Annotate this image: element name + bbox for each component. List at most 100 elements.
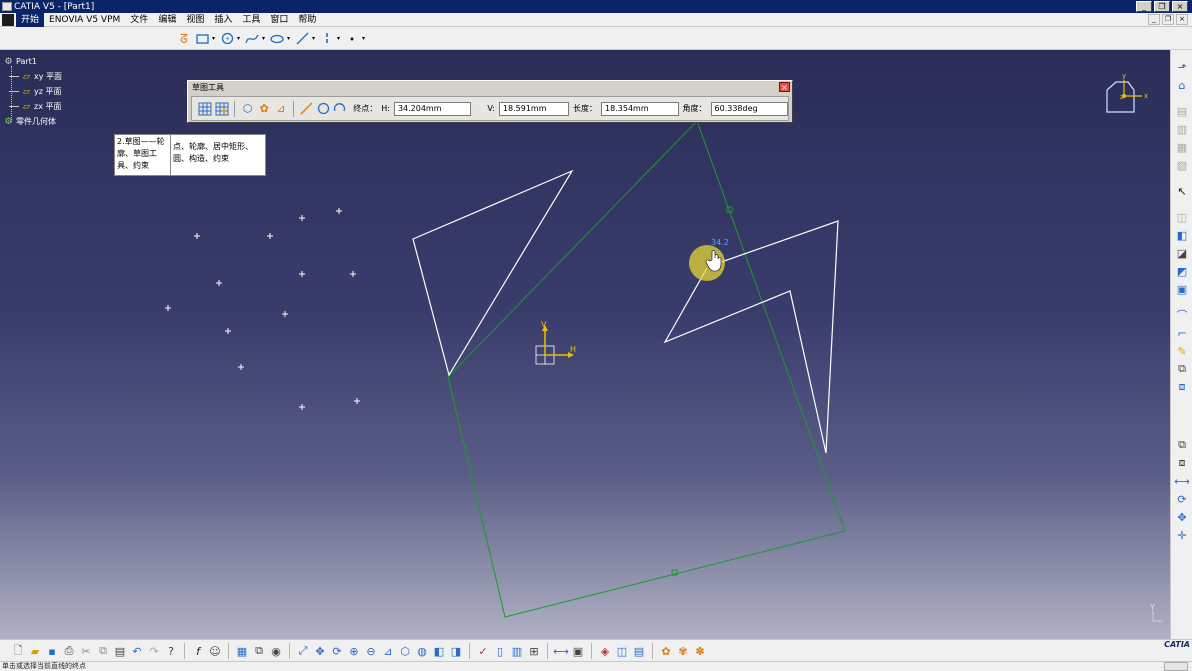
undo-icon[interactable]: ↶ <box>129 643 145 659</box>
menu-tools[interactable]: 工具 <box>237 13 265 27</box>
profile-icon[interactable]: ᘔ <box>176 31 192 47</box>
material-icon[interactable]: ▤ <box>631 643 647 659</box>
project-3d-icon[interactable]: ⧈ <box>1171 378 1192 396</box>
arc-mode-icon[interactable] <box>333 101 348 117</box>
sketch-solid-icon[interactable]: ◪ <box>1171 244 1192 262</box>
measure-icon[interactable]: ◧ <box>1171 226 1192 244</box>
constraint-display-icon[interactable]: ◈ <box>597 643 613 659</box>
print-icon[interactable]: ⎙ <box>61 643 77 659</box>
doc-close-button[interactable]: × <box>1176 14 1188 25</box>
copy-icon[interactable]: ⧉ <box>95 643 111 659</box>
angle-field[interactable]: 60.338deg <box>710 101 788 116</box>
visu-icon[interactable]: ▥ <box>509 643 525 659</box>
tree-root-label[interactable]: Part1 <box>16 57 37 66</box>
cut-icon[interactable]: ✂ <box>78 643 94 659</box>
menu-edit[interactable]: 编辑 <box>153 13 181 27</box>
circle-dropdown-icon[interactable]: ▾ <box>237 35 242 42</box>
paste-icon[interactable]: ▤ <box>112 643 128 659</box>
restore-button[interactable]: ❐ <box>1154 1 1170 12</box>
catalog-icon[interactable]: ⧉ <box>251 643 267 659</box>
compass-icon[interactable]: y z x <box>1104 72 1152 120</box>
menu-start[interactable]: 开始 <box>16 12 45 27</box>
select-icon[interactable]: ↖ <box>1171 182 1192 200</box>
sketch-analysis-icon[interactable]: ✓ <box>475 643 491 659</box>
cut-part-icon[interactable]: ▯ <box>492 643 508 659</box>
rectangle-icon[interactable] <box>194 31 210 47</box>
doc-minimize-button[interactable]: _ <box>1148 14 1160 25</box>
menu-help[interactable]: 帮助 <box>293 13 321 27</box>
symmetry-icon[interactable]: ⧉ <box>1171 360 1192 378</box>
3d-viewport[interactable]: H V 34.2 Y y z x ⚙ Part1 ▱ xy 平面 ▱ yz 平面… <box>0 50 1170 639</box>
construction-rectangle[interactable] <box>447 120 846 618</box>
axis-dropdown-icon[interactable]: ▾ <box>337 35 342 42</box>
minimize-button[interactable]: _ <box>1136 1 1152 12</box>
auto-constraint-icon[interactable]: ✛ <box>1171 526 1192 544</box>
sketch-icon[interactable]: ⌂ <box>1171 76 1192 94</box>
contact-constraint-icon[interactable]: ⧈ <box>1171 454 1192 472</box>
zoom-in-icon[interactable]: ⊕ <box>346 643 362 659</box>
snap-to-point-icon[interactable] <box>215 101 230 117</box>
menu-view[interactable]: 视图 <box>181 13 209 27</box>
circle-icon[interactable] <box>219 31 235 47</box>
tree-item-label[interactable]: yz 平面 <box>34 86 61 97</box>
v-coordinate-field[interactable]: 18.591mm <box>498 101 570 116</box>
menu-insert[interactable]: 插入 <box>209 13 237 27</box>
save-icon[interactable]: ▪ <box>44 643 60 659</box>
line-mode-icon[interactable] <box>299 101 314 117</box>
new-icon[interactable]: 🗋 <box>10 643 26 659</box>
menu-window[interactable]: 窗口 <box>265 13 293 27</box>
auto-dimension-icon[interactable]: ✾ <box>675 643 691 659</box>
tree-item-label[interactable]: zx 平面 <box>34 101 61 112</box>
iso-view-icon[interactable]: ⬡ <box>397 643 413 659</box>
construction-element-icon[interactable]: ⬡ <box>240 101 255 117</box>
table-icon[interactable]: ▦ <box>234 643 250 659</box>
grid-icon[interactable] <box>198 101 213 117</box>
knowledge-icon[interactable]: ☺ <box>207 643 223 659</box>
shading-icon[interactable]: ◍ <box>414 643 430 659</box>
exit-sketch-icon[interactable]: ⬏ <box>1171 58 1192 76</box>
line-icon[interactable] <box>294 31 310 47</box>
sketch-tools-close-button[interactable]: × <box>779 82 790 92</box>
exit-workbench-icon[interactable]: ▣ <box>570 643 586 659</box>
normal-view-icon[interactable]: ⊿ <box>380 643 396 659</box>
dimension-icon[interactable]: ⟷ <box>1171 472 1192 490</box>
trim-icon[interactable]: ✎ <box>1171 342 1192 360</box>
axis-icon[interactable] <box>319 31 335 47</box>
spline-icon[interactable] <box>244 31 260 47</box>
grid-toggle-icon[interactable]: ⊞ <box>526 643 542 659</box>
close-button[interactable]: × <box>1172 1 1188 12</box>
doc-restore-button[interactable]: ❐ <box>1162 14 1174 25</box>
menu-file[interactable]: 文件 <box>125 13 153 27</box>
fit-all-icon[interactable]: ⤢ <box>295 643 311 659</box>
rotate-icon[interactable]: ⟳ <box>329 643 345 659</box>
corner-icon[interactable]: ⌒ <box>1171 306 1192 324</box>
constraint-icon[interactable]: ⧉ <box>1171 436 1192 454</box>
rectangle-dropdown-icon[interactable]: ▾ <box>212 35 217 42</box>
pattern-icon[interactable]: ▣ <box>1171 280 1192 298</box>
ellipse-icon[interactable] <box>269 31 285 47</box>
line-dropdown-icon[interactable]: ▾ <box>312 35 317 42</box>
point-dropdown-icon[interactable]: ▾ <box>362 35 367 42</box>
pan-icon[interactable]: ✥ <box>312 643 328 659</box>
zoom-out-icon[interactable]: ⊖ <box>363 643 379 659</box>
help-icon[interactable]: ? <box>163 643 179 659</box>
redo-icon[interactable]: ↷ <box>146 643 162 659</box>
ellipse-dropdown-icon[interactable]: ▾ <box>287 35 292 42</box>
sketch-profile-left[interactable] <box>412 169 574 377</box>
sketch-tools-titlebar[interactable]: 草图工具 × <box>188 81 792 93</box>
command-input-field[interactable] <box>1164 662 1188 671</box>
geometry-constraint-icon[interactable]: ✿ <box>658 643 674 659</box>
layer-icon[interactable]: ◫ <box>614 643 630 659</box>
catia-menu-logo-icon[interactable] <box>2 13 14 26</box>
hide-show-icon[interactable]: ◧ <box>431 643 447 659</box>
menu-enovia[interactable]: ENOVIA V5 VPM <box>44 13 125 27</box>
fly-mode-icon[interactable]: ◉ <box>268 643 284 659</box>
update-icon[interactable]: ⟷ <box>553 643 569 659</box>
animate-constraint-icon[interactable]: ⟳ <box>1171 490 1192 508</box>
formula-icon[interactable]: f <box>190 643 206 659</box>
spline-dropdown-icon[interactable]: ▾ <box>262 35 267 42</box>
edit-multi-constraint-icon[interactable]: ✥ <box>1171 508 1192 526</box>
h-coordinate-field[interactable]: 34.204mm <box>393 101 472 116</box>
open-icon[interactable]: ▰ <box>27 643 43 659</box>
swap-space-icon[interactable]: ◨ <box>448 643 464 659</box>
